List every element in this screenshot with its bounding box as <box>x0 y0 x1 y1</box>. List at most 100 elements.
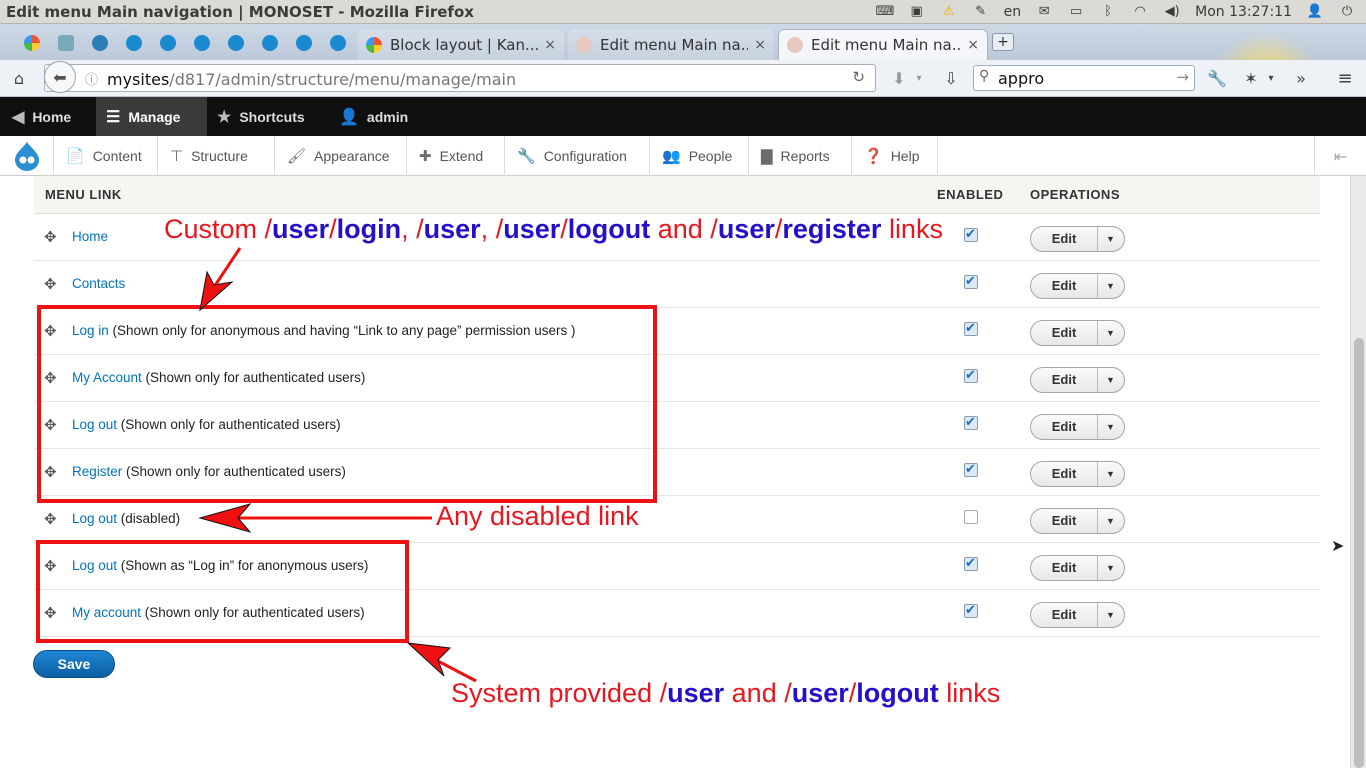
home-icon[interactable]: ⌂ <box>8 67 30 89</box>
enabled-checkbox[interactable] <box>964 602 978 618</box>
save-button[interactable]: Save <box>33 650 115 678</box>
drag-handle-icon[interactable]: ✥ <box>44 510 57 528</box>
back-button[interactable]: ⬅ <box>44 61 76 93</box>
enabled-checkbox[interactable] <box>964 226 978 242</box>
edit-button[interactable]: Edit <box>1031 462 1098 486</box>
close-icon[interactable]: × <box>754 37 766 53</box>
toolbar-home[interactable]: ◀ Home <box>0 97 96 136</box>
drupal-drop-icon[interactable] <box>0 136 54 176</box>
chevron-down-icon[interactable]: ▼ <box>1097 274 1124 298</box>
enabled-checkbox[interactable] <box>964 273 978 289</box>
enabled-checkbox[interactable] <box>964 414 978 430</box>
wrench-icon[interactable]: 🔧 <box>1206 67 1228 89</box>
edit-dropbutton[interactable]: Edit ▼ <box>1030 508 1125 534</box>
tray-configuration[interactable]: 🔧 Configuration <box>505 136 650 176</box>
info-icon[interactable]: ⓘ <box>85 69 98 88</box>
menu-link[interactable]: Log out <box>72 511 117 526</box>
collapse-tray-icon[interactable]: ⇤ <box>1314 136 1366 176</box>
keyboard-icon[interactable]: ⌨ <box>876 5 895 19</box>
enabled-checkbox[interactable] <box>964 320 978 336</box>
battery-icon[interactable]: ▭ <box>1067 5 1085 19</box>
edit-dropbutton[interactable]: Edit ▼ <box>1030 555 1125 581</box>
enabled-checkbox[interactable] <box>964 367 978 383</box>
chevron-down-icon[interactable]: ▼ <box>1097 368 1124 392</box>
pinned-tab-2[interactable] <box>52 30 80 56</box>
user-icon[interactable]: 👤 <box>1306 5 1324 19</box>
pinned-tab-6[interactable] <box>188 30 216 56</box>
hamburger-menu-icon[interactable]: ≡ <box>1334 67 1356 89</box>
chevron-down-icon[interactable]: ▼ <box>1097 603 1124 627</box>
pinned-tab-10[interactable] <box>324 30 352 56</box>
pen-icon[interactable]: ✎ <box>972 5 990 19</box>
edit-dropbutton[interactable]: Edit ▼ <box>1030 320 1125 346</box>
close-icon[interactable]: × <box>967 37 979 53</box>
pinned-tab-4[interactable] <box>120 30 148 56</box>
edit-button[interactable]: Edit <box>1031 603 1098 627</box>
menu-link[interactable]: Home <box>72 229 108 244</box>
enabled-checkbox[interactable] <box>964 461 978 477</box>
chevron-down-icon[interactable]: ▼ <box>1097 462 1124 486</box>
chevron-down-icon[interactable]: ▾ <box>1264 69 1278 87</box>
wifi-icon[interactable]: ◠ <box>1131 5 1149 19</box>
edit-button[interactable]: Edit <box>1031 227 1098 251</box>
tray-content[interactable]: 📄 Content <box>54 136 158 176</box>
chevron-down-icon[interactable]: ▼ <box>1097 556 1124 580</box>
drag-handle-icon[interactable]: ✥ <box>44 275 57 293</box>
edit-button[interactable]: Edit <box>1031 321 1098 345</box>
tray-structure[interactable]: ⊤ Structure <box>158 136 275 176</box>
tray-extend[interactable]: ✚ Extend <box>407 136 505 176</box>
tray-reports[interactable]: ▇ Reports <box>749 136 852 176</box>
pinned-tab-8[interactable] <box>256 30 284 56</box>
edit-button[interactable]: Edit <box>1031 509 1098 533</box>
clock[interactable]: Mon 13:27:11 <box>1195 4 1292 20</box>
edit-button[interactable]: Edit <box>1031 415 1098 439</box>
warning-icon[interactable]: ⚠ <box>940 5 958 19</box>
toolbar-shortcuts[interactable]: ★ Shortcuts <box>207 97 327 136</box>
pinned-tab-3[interactable] <box>86 30 114 56</box>
toolbar-user[interactable]: 👤 admin <box>327 97 427 136</box>
edit-button[interactable]: Edit <box>1031 368 1098 392</box>
page-scrollbar[interactable] <box>1350 176 1366 768</box>
tab-block-layout[interactable]: Block layout | Kan... × <box>358 29 564 60</box>
edit-dropbutton[interactable]: Edit ▼ <box>1030 226 1125 252</box>
bluetooth-icon[interactable]: ᛒ <box>1099 5 1117 19</box>
edit-dropbutton[interactable]: Edit ▼ <box>1030 602 1125 628</box>
pinned-tab-9[interactable] <box>290 30 318 56</box>
reload-icon[interactable]: ↻ <box>852 68 865 86</box>
chevron-down-icon[interactable]: ▼ <box>1097 321 1124 345</box>
pinned-tab-7[interactable] <box>222 30 250 56</box>
mail-icon[interactable]: ✉ <box>1035 5 1053 19</box>
overflow-icon[interactable]: » <box>1290 67 1312 89</box>
edit-dropbutton[interactable]: Edit ▼ <box>1030 414 1125 440</box>
enabled-checkbox[interactable] <box>964 510 978 524</box>
tray-help[interactable]: ❓ Help <box>852 136 938 176</box>
volume-icon[interactable]: ◀) <box>1163 5 1181 19</box>
pinned-tab-5[interactable] <box>154 30 182 56</box>
edit-dropbutton[interactable]: Edit ▼ <box>1030 367 1125 393</box>
enabled-checkbox[interactable] <box>964 555 978 571</box>
display-icon[interactable]: ▣ <box>908 5 926 19</box>
chevron-down-icon[interactable]: ▼ <box>1097 415 1124 439</box>
edit-button[interactable]: Edit <box>1031 556 1098 580</box>
new-tab-button[interactable]: + <box>992 33 1014 51</box>
tab-edit-menu-1[interactable]: Edit menu Main na... × <box>568 29 774 60</box>
extension-icon[interactable]: ✶ <box>1240 67 1262 89</box>
download-icon[interactable]: ⬇ <box>888 67 910 89</box>
pinned-tab-1[interactable] <box>18 30 46 56</box>
close-icon[interactable]: × <box>544 37 556 53</box>
tab-edit-menu-2[interactable]: Edit menu Main na... × <box>778 29 988 60</box>
scrollbar-thumb[interactable] <box>1354 338 1364 768</box>
url-bar[interactable]: ⓘ mysites/d817/admin/structure/menu/mana… <box>44 64 876 92</box>
chevron-down-icon[interactable]: ▼ <box>1097 509 1124 533</box>
power-icon[interactable]: ⏻ <box>1338 5 1356 19</box>
menu-link[interactable]: Contacts <box>72 276 125 291</box>
language-indicator[interactable]: en <box>1004 4 1022 20</box>
edit-button[interactable]: Edit <box>1031 274 1098 298</box>
chevron-down-icon[interactable]: ▾ <box>912 69 926 87</box>
toolbar-manage[interactable]: ☰ Manage <box>96 97 207 136</box>
downloads-arrow-icon[interactable]: ⇩ <box>940 67 962 89</box>
arrow-right-icon[interactable]: → <box>1176 68 1189 86</box>
edit-dropbutton[interactable]: Edit ▼ <box>1030 461 1125 487</box>
edit-dropbutton[interactable]: Edit ▼ <box>1030 273 1125 299</box>
tray-appearance[interactable]: 🖌 Appearance <box>275 136 407 176</box>
